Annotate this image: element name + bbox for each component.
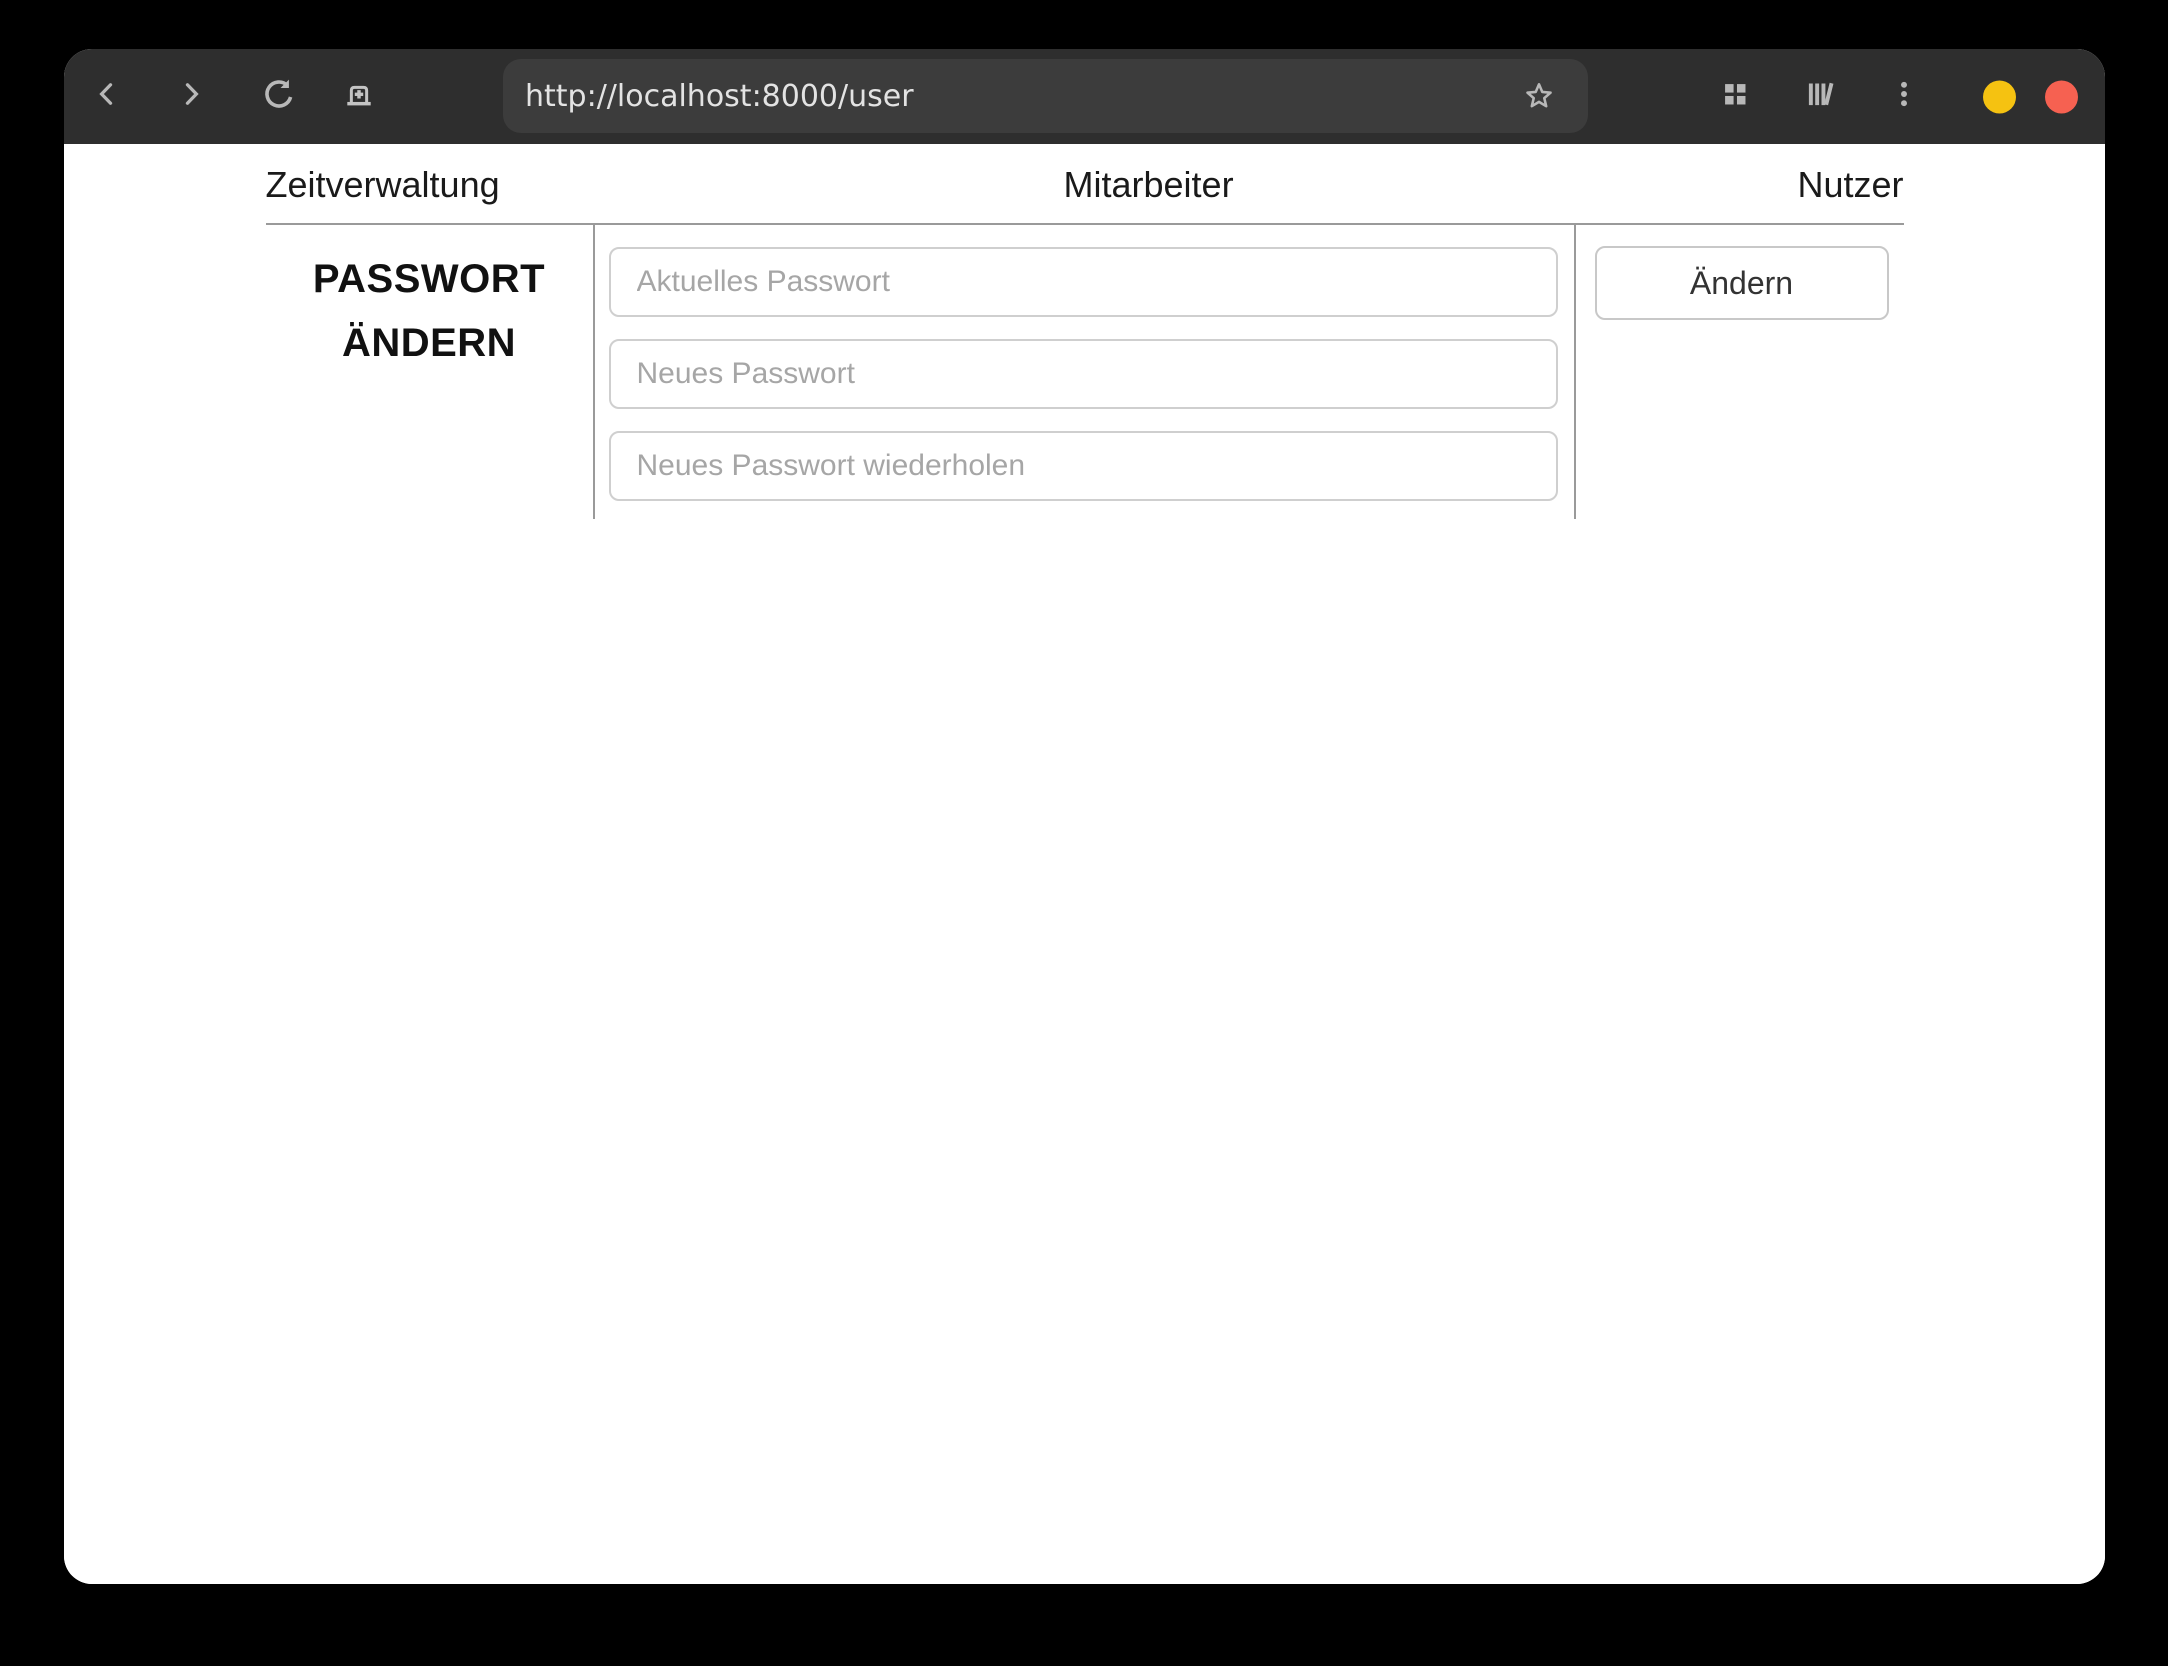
browser-window: http://localhost:8000/user Zeitverwaltun…	[64, 49, 2105, 1584]
new-tab-icon	[341, 76, 377, 117]
current-password-input[interactable]	[608, 247, 1558, 317]
browser-titlebar: http://localhost:8000/user	[64, 49, 2105, 144]
url-text: http://localhost:8000/user	[525, 78, 914, 114]
address-bar[interactable]: http://localhost:8000/user	[503, 59, 1588, 133]
close-button[interactable]	[2045, 80, 2078, 113]
heading-column: PASSWORT ÄNDERN	[266, 225, 593, 519]
tab-grid-icon	[1718, 77, 1752, 116]
password-change-section: PASSWORT ÄNDERN Ändern	[265, 223, 1904, 519]
new-password-input[interactable]	[608, 339, 1558, 409]
nav-item-mitarbeiter[interactable]: Mitarbeiter	[1064, 160, 1234, 209]
submit-column: Ändern	[1576, 225, 1904, 519]
repeat-password-input[interactable]	[608, 431, 1558, 501]
page-content: Zeitverwaltung Mitarbeiter Nutzer PASSWO…	[64, 144, 2105, 1584]
forward-icon	[174, 77, 208, 116]
nav-item-zeitverwaltung[interactable]: Zeitverwaltung	[266, 160, 500, 209]
bookmark-star-icon	[1526, 83, 1552, 108]
bookmark-button[interactable]	[1520, 77, 1558, 115]
menu-button[interactable]	[1885, 78, 1923, 116]
nav-item-nutzer[interactable]: Nutzer	[1797, 160, 1903, 209]
new-tab-button[interactable]	[340, 78, 378, 116]
section-title: PASSWORT ÄNDERN	[312, 257, 546, 365]
tab-overview-button[interactable]	[1716, 78, 1754, 116]
back-button[interactable]	[88, 78, 126, 116]
library-button[interactable]	[1801, 78, 1839, 116]
fields-column	[592, 225, 1576, 519]
kebab-menu-icon	[1887, 77, 1921, 116]
library-icon	[1802, 76, 1838, 117]
back-icon	[90, 77, 124, 116]
top-navigation: Zeitverwaltung Mitarbeiter Nutzer	[266, 144, 1904, 223]
minimize-button[interactable]	[1983, 80, 2016, 113]
forward-button[interactable]	[172, 78, 210, 116]
change-password-button[interactable]: Ändern	[1594, 246, 1889, 320]
reload-icon	[261, 76, 297, 117]
reload-button[interactable]	[260, 78, 298, 116]
